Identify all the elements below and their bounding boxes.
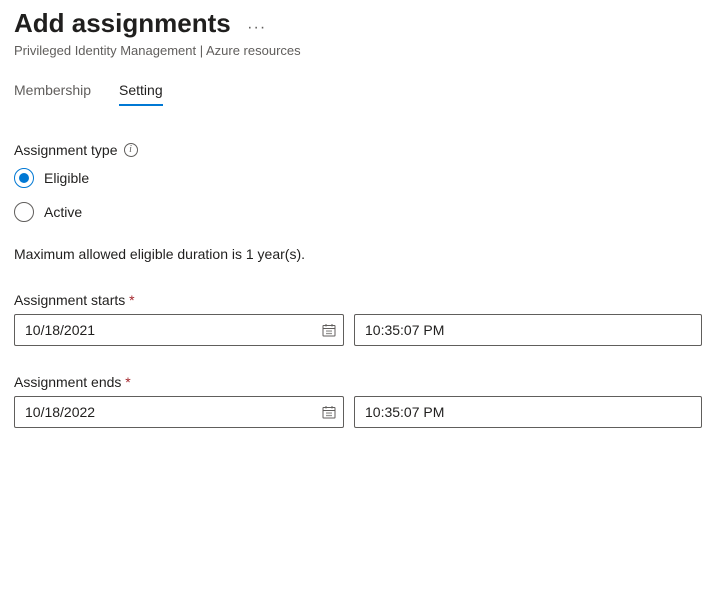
required-indicator: * (129, 292, 134, 308)
radio-eligible[interactable]: Eligible (14, 168, 702, 188)
assignment-starts-label: Assignment starts (14, 292, 125, 308)
radio-active[interactable]: Active (14, 202, 702, 222)
duration-info-text: Maximum allowed eligible duration is 1 y… (14, 246, 702, 262)
tab-list: Membership Setting (14, 82, 702, 106)
radio-circle-icon (14, 202, 34, 222)
assignment-ends-time-input[interactable] (354, 396, 702, 428)
radio-circle-icon (14, 168, 34, 188)
assignment-type-radio-group: Eligible Active (14, 168, 702, 222)
breadcrumb: Privileged Identity Management | Azure r… (14, 43, 702, 58)
info-icon[interactable]: i (124, 143, 138, 157)
calendar-icon[interactable] (322, 323, 336, 337)
calendar-icon[interactable] (322, 405, 336, 419)
page-title: Add assignments (14, 8, 231, 39)
required-indicator: * (125, 374, 130, 390)
assignment-starts-time-input[interactable] (354, 314, 702, 346)
assignment-ends-date-input[interactable] (14, 396, 344, 428)
assignment-ends-label: Assignment ends (14, 374, 121, 390)
radio-eligible-label: Eligible (44, 170, 89, 186)
tab-setting[interactable]: Setting (119, 82, 163, 106)
tab-membership[interactable]: Membership (14, 82, 91, 106)
more-actions-button[interactable]: ··· (247, 20, 266, 36)
assignment-starts-date-input[interactable] (14, 314, 344, 346)
radio-active-label: Active (44, 204, 82, 220)
assignment-type-label: Assignment type (14, 142, 118, 158)
